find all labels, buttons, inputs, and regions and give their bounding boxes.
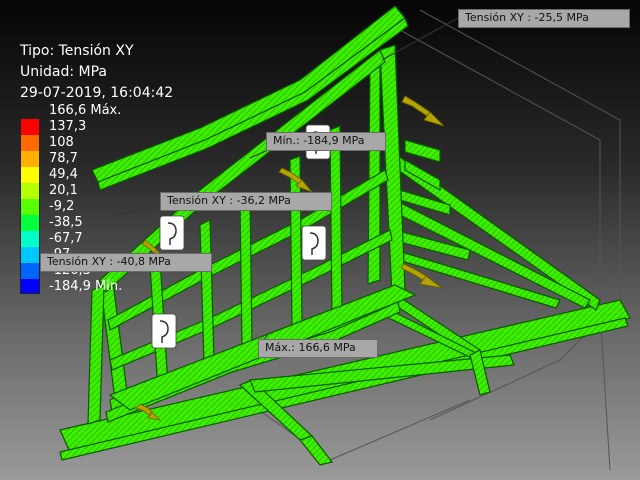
legend-swatch <box>21 279 39 293</box>
result-datetime-label: 29-07-2019, 16:04:42 <box>20 85 174 101</box>
probe-label-top[interactable]: Tensión XY : -25,5 MPa <box>458 9 630 28</box>
legend-swatch <box>21 231 39 247</box>
legend-swatch <box>21 119 39 135</box>
probe-label-mid[interactable]: Tensión XY : -36,2 MPa <box>160 192 332 211</box>
legend-swatch <box>21 183 39 199</box>
legend-tick-label: -67,7 <box>49 231 83 246</box>
legend-min-label: -184,9 Mín. <box>49 279 123 294</box>
legend-tick-label: 108 <box>49 135 74 150</box>
probe-label-max[interactable]: Máx.: 166,6 MPa <box>258 339 378 358</box>
legend-swatch <box>21 135 39 151</box>
legend-tick-label: 137,3 <box>49 119 87 134</box>
legend-swatch <box>21 215 39 231</box>
legend-swatch <box>21 247 39 263</box>
legend-swatch <box>21 167 39 183</box>
legend-swatch <box>21 263 39 279</box>
probe-label-left[interactable]: Tensión XY : -40,8 MPa <box>40 253 212 272</box>
legend-tick-label: -38,5 <box>49 215 83 230</box>
legend-tick-label: -9,2 <box>49 199 75 214</box>
result-unit-label: Unidad: MPa <box>20 64 108 80</box>
legend-tick-label: 49,4 <box>49 167 78 182</box>
legend-tick-label: 20,1 <box>49 183 78 198</box>
probe-label-min[interactable]: Mín.: -184,9 MPa <box>266 132 386 151</box>
legend-tick-label: 78,7 <box>49 151 78 166</box>
legend-max-label: 166,6 Máx. <box>49 103 122 118</box>
inclined-struts <box>383 139 601 311</box>
legend-swatch <box>21 151 39 167</box>
result-type-label: Tipo: Tensión XY <box>20 43 134 59</box>
color-legend <box>20 118 40 294</box>
legend-swatch <box>21 199 39 215</box>
